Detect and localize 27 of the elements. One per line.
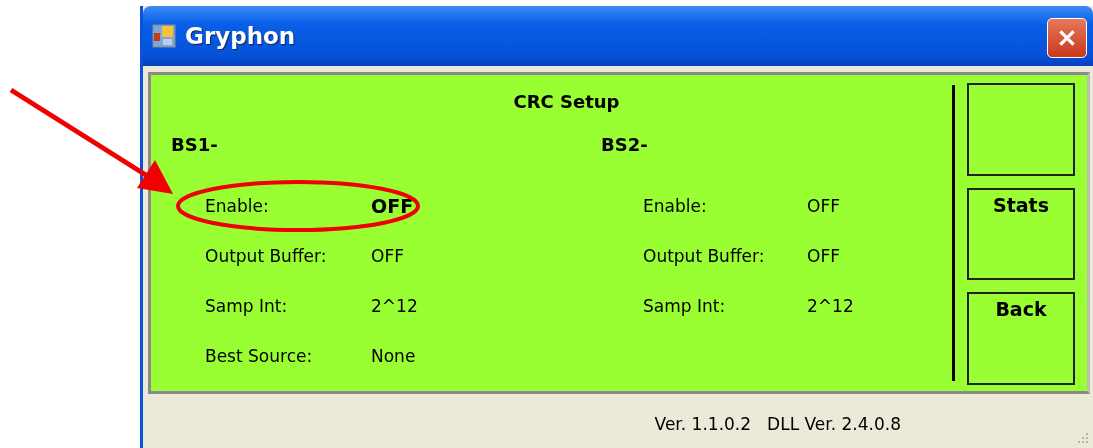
side-button[interactable]: Back bbox=[967, 292, 1075, 385]
resize-grip-icon[interactable] bbox=[1077, 432, 1089, 444]
side-button[interactable]: Stats bbox=[967, 187, 1075, 281]
field-value: OFF bbox=[807, 196, 840, 216]
field-value: OFF bbox=[371, 246, 404, 266]
field-value: 2^12 bbox=[371, 296, 418, 316]
blank-button[interactable] bbox=[967, 83, 1075, 176]
field-label: Output Buffer: bbox=[205, 246, 328, 266]
section-heading: BS1- bbox=[171, 134, 219, 155]
close-button[interactable] bbox=[1047, 18, 1087, 58]
window-title: Gryphon bbox=[185, 23, 297, 49]
field-label: Best Source: bbox=[205, 346, 314, 366]
field-value: OFF bbox=[371, 195, 414, 217]
field-label: Output Buffer: bbox=[643, 246, 766, 266]
field-value: 2^12 bbox=[807, 296, 854, 316]
field-value: None bbox=[371, 346, 416, 366]
field-label: Enable: bbox=[205, 196, 270, 216]
field-value: OFF bbox=[807, 246, 840, 266]
close-icon bbox=[1056, 27, 1078, 49]
section-heading: BS2- bbox=[601, 134, 649, 155]
panel-title: CRC Setup bbox=[513, 91, 620, 112]
field-label: Samp Int: bbox=[205, 296, 289, 316]
field-label: Enable: bbox=[643, 196, 708, 216]
app-icon bbox=[152, 24, 176, 48]
version-text: DLL Ver. 2.4.0.8 bbox=[767, 414, 901, 434]
field-label: Samp Int: bbox=[643, 296, 727, 316]
version-text: Ver. 1.1.0.2 bbox=[654, 414, 752, 434]
